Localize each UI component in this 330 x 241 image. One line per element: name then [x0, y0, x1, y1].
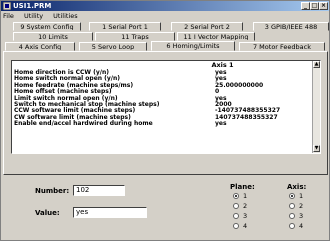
maximize-button[interactable]: □ — [310, 2, 319, 10]
plane-label: Plane: — [230, 183, 255, 191]
app-icon — [3, 2, 11, 10]
tab-label: 2 Serial Port 2 — [184, 23, 230, 31]
tab-label: 4 Axis Config — [18, 43, 62, 51]
arrow-down-icon: ▼ — [314, 145, 319, 151]
plane-radio-2[interactable] — [233, 203, 239, 209]
scroll-up-button[interactable]: ▲ — [313, 61, 320, 68]
plane-option-label: 2 — [243, 202, 248, 210]
close-button[interactable]: × — [319, 2, 328, 10]
main-window: USI1.PRM _ □ × File Utility Utilities 9 … — [0, 0, 330, 241]
param-name: Enable end/accel hardwired during home — [14, 120, 153, 128]
scroll-down-button[interactable]: ▼ — [313, 145, 320, 152]
tab-serial-port-2[interactable]: 2 Serial Port 2 — [171, 22, 243, 31]
parameter-list[interactable]: Axis 1 Home direction is CCW (y/n) yes Ho… — [11, 60, 321, 154]
plane-option-label: 4 — [243, 222, 248, 230]
menu-bar: File Utility Utilities — [3, 12, 86, 20]
tab-gpib[interactable]: 3 GPIB/IEEE 488 — [253, 22, 329, 31]
minimize-button[interactable]: _ — [301, 2, 310, 10]
tab-axis-config[interactable]: 4 Axis Config — [5, 42, 75, 51]
tab-vector-mapping[interactable]: 11 I Vector Mapping — [177, 32, 255, 41]
plane-option-label: 1 — [243, 192, 248, 200]
tab-label: 10 Limits — [38, 33, 68, 41]
tab-limits[interactable]: 10 Limits — [13, 32, 93, 41]
list-item[interactable]: Enable end/accel hardwired during home ye… — [12, 120, 313, 128]
axis-radio-1[interactable] — [289, 193, 295, 199]
minimize-icon: _ — [304, 2, 307, 9]
plane-radio-3[interactable] — [233, 213, 239, 219]
axis-radio-2[interactable] — [289, 203, 295, 209]
tab-homing-limits[interactable]: 6 Homing/Limits — [151, 41, 235, 51]
tab-label: 1 Serial Port 1 — [102, 23, 148, 31]
axis-radio-3[interactable] — [289, 213, 295, 219]
axis-option-label: 2 — [299, 202, 304, 210]
tab-label: 7 Motor Feedback — [252, 43, 311, 51]
tab-label: 6 Homing/Limits — [166, 42, 220, 50]
tab-traps[interactable]: 11 Traps — [95, 32, 175, 41]
vertical-scrollbar[interactable]: ▲ ▼ — [312, 61, 320, 153]
tab-label: 11 Traps — [121, 33, 149, 41]
tab-label: 9 System Config — [20, 23, 74, 31]
maximize-icon: □ — [311, 2, 318, 9]
number-field[interactable]: 102 — [73, 185, 125, 196]
plane-radio-1[interactable] — [233, 193, 239, 199]
param-value: yes — [215, 120, 227, 128]
axis-label: Axis: — [287, 183, 307, 191]
axis-option-label: 3 — [299, 212, 304, 220]
tab-servo-loop[interactable]: 5 Servo Loop — [79, 42, 147, 51]
tab-system-config[interactable]: 9 System Config — [13, 22, 81, 31]
menu-file[interactable]: File — [3, 12, 14, 20]
window-title: USI1.PRM — [13, 2, 52, 10]
menu-utility[interactable]: Utility — [24, 12, 43, 20]
axis-option-label: 4 — [299, 222, 304, 230]
value-field[interactable]: yes — [73, 207, 147, 218]
tab-label: 5 Servo Loop — [91, 43, 135, 51]
tab-label: 11 I Vector Mapping — [183, 33, 249, 41]
value-label: Value: — [35, 209, 60, 217]
title-bar: USI1.PRM _ □ × — [1, 1, 329, 11]
plane-radio-4[interactable] — [233, 223, 239, 229]
plane-option-label: 3 — [243, 212, 248, 220]
tab-serial-port-1[interactable]: 1 Serial Port 1 — [89, 22, 161, 31]
arrow-up-icon: ▲ — [314, 61, 319, 67]
tab-motor-feedback[interactable]: 7 Motor Feedback — [239, 42, 325, 51]
number-label: Number: — [35, 187, 70, 195]
axis-radio-4[interactable] — [289, 223, 295, 229]
tab-label: 3 GPIB/IEEE 488 — [264, 23, 318, 31]
axis-option-label: 1 — [299, 192, 304, 200]
close-icon: × — [320, 2, 327, 9]
menu-utilities[interactable]: Utilities — [53, 12, 77, 20]
